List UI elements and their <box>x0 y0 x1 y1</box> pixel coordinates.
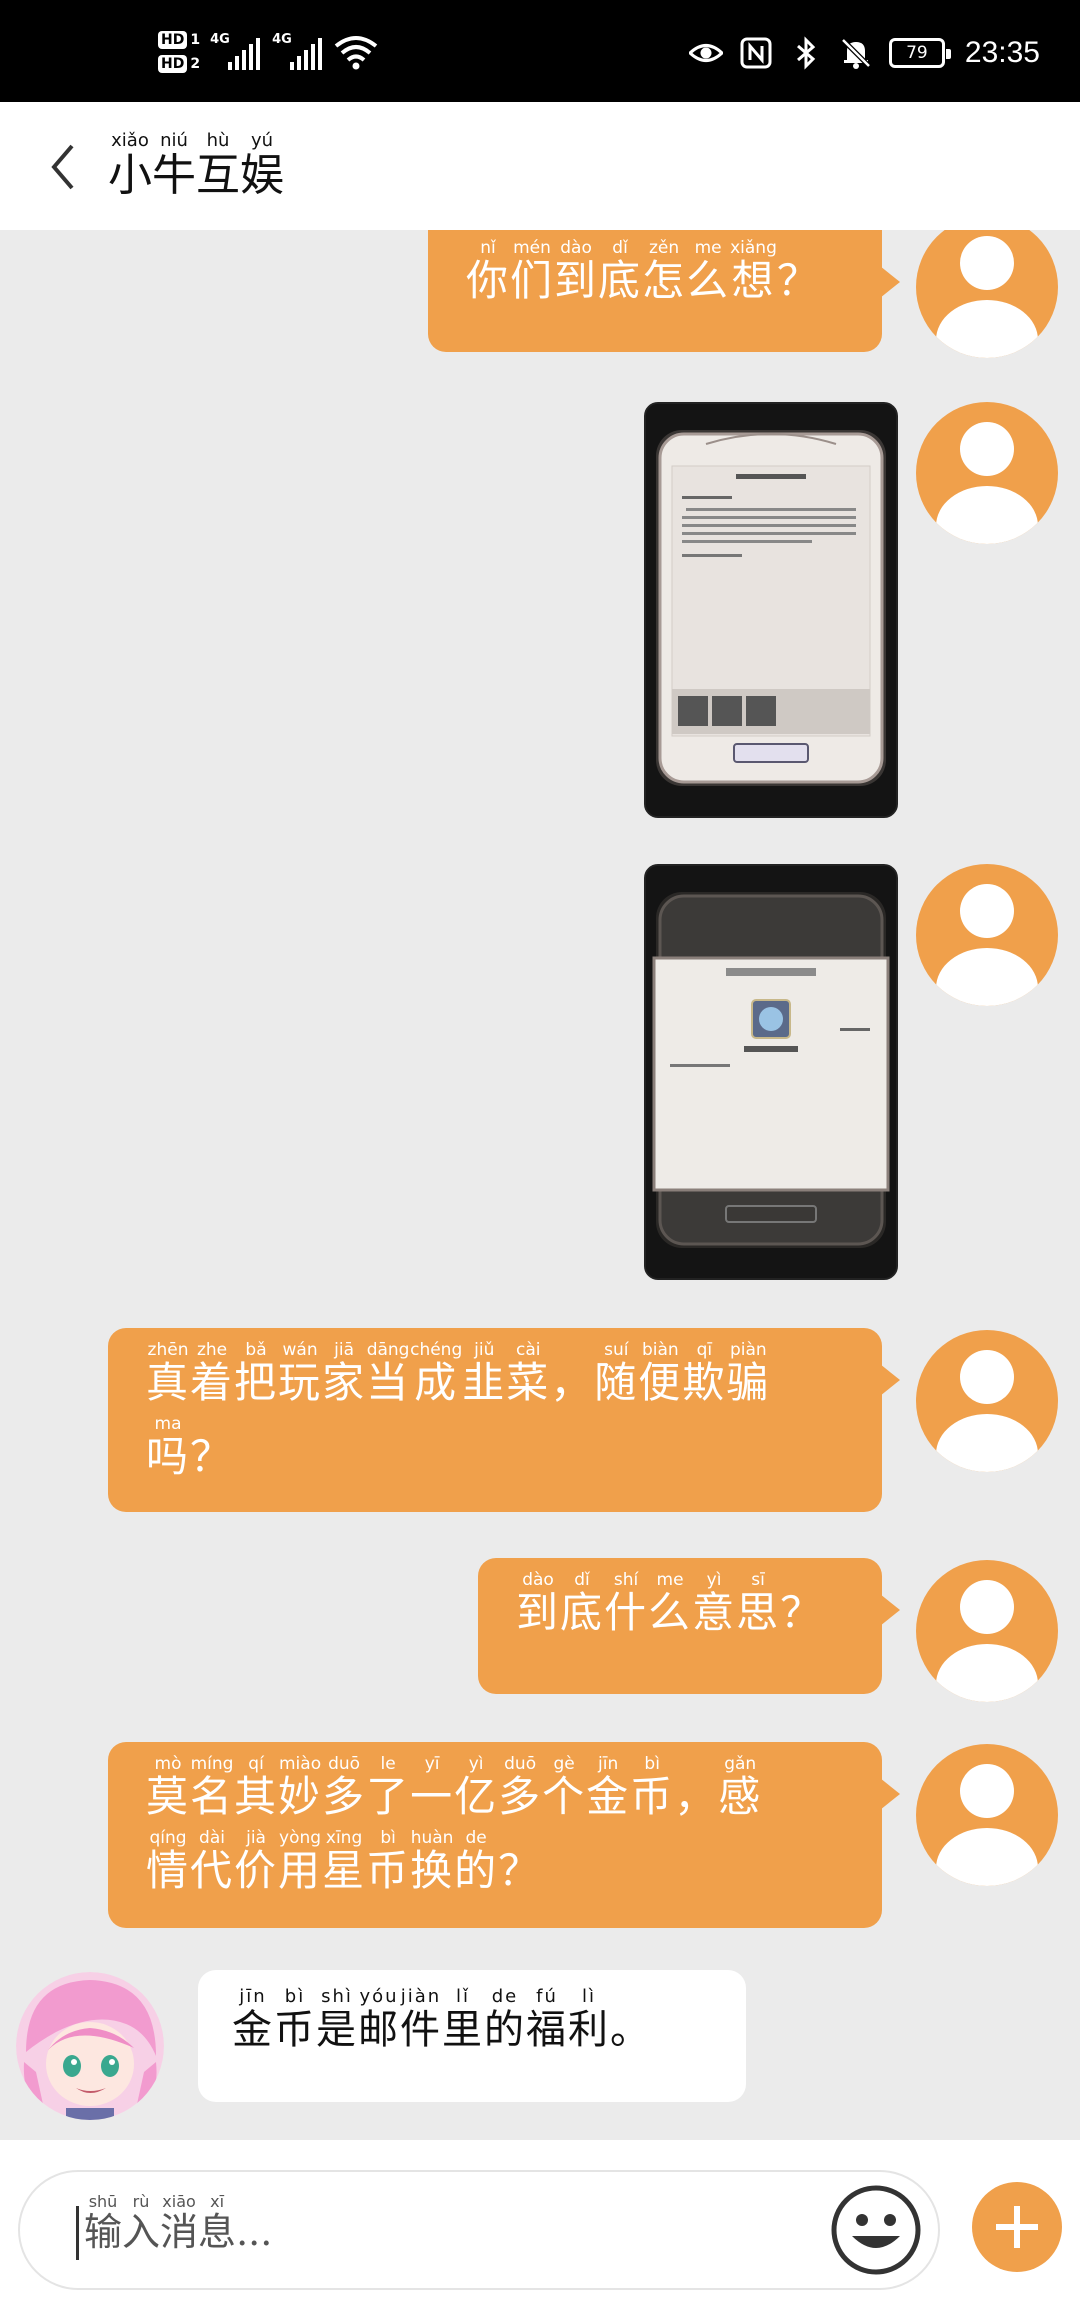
title-text: 小xiǎo牛niú互hù娱yú <box>108 130 284 202</box>
message-line: 真zhēn着zhe把bǎ玩wán家jiā当dāng成chéng韭jiǔ菜cài，… <box>146 1340 771 1408</box>
input-bar: 输shū入rù消xiāo息xī... <box>0 2140 1080 2310</box>
message-bubble[interactable]: 到dào底dǐ什shí么me意yì思sī？ <box>478 1558 900 1694</box>
nfc-icon <box>740 37 772 69</box>
back-button[interactable] <box>40 132 84 202</box>
sim1-badge: HD 1 <box>158 31 200 49</box>
message-line: 莫mò名míng其qí妙miào多duō了le一yī亿yì多duō个gè金jīn… <box>146 1754 763 1822</box>
message-bubble[interactable]: 莫mò名míng其qí妙miào多duō了le一yī亿yì多duō个gè金jīn… <box>108 1742 900 1928</box>
message-text: 你nǐ们mén到dào底dǐ怎zěn么me想xiǎng？ <box>466 240 844 314</box>
eye-icon <box>688 44 723 62</box>
my-avatar[interactable] <box>916 1330 1058 1472</box>
message-input[interactable]: 输shū入rù消xiāo息xī... <box>18 2170 940 2290</box>
sim2-badge: HD 2 <box>158 55 200 73</box>
contact-avatar[interactable] <box>16 1972 164 2120</box>
message-text: 到dào底dǐ什shí么me意yì思sī？ <box>516 1572 844 1646</box>
signal-sim1-icon: 4G <box>210 30 262 74</box>
message-line: 金jīn币bì是shì邮yóu件jiàn里lǐ的de福fú利lì。 <box>232 1986 652 2054</box>
chat-title: 小xiǎo牛niú互hù娱yú <box>108 132 284 203</box>
message-text: 金jīn币bì是shì邮yóu件jiàn里lǐ的de福fú利lì。 <box>232 1988 712 2062</box>
game-mail-screenshot <box>646 404 896 816</box>
clock: 23:35 <box>964 36 1040 69</box>
image-message-mail[interactable] <box>644 402 898 818</box>
input-placeholder: 输shū入rù消xiāo息xī... <box>84 2192 273 2255</box>
message-text: 真zhēn着zhe把bǎ玩wán家jiā当dāng成chéng韭jiǔ菜cài，… <box>146 1342 844 1490</box>
status-bar: HD 1 HD 2 4G 4G 79 23:35 <box>0 0 1080 102</box>
signal-sim2-icon: 4G <box>272 30 324 74</box>
my-avatar[interactable] <box>916 864 1058 1006</box>
smiley-face-icon[interactable] <box>830 2184 922 2276</box>
image-message-reward[interactable] <box>644 864 898 1280</box>
mute-bell-icon <box>841 38 871 69</box>
message-line: 你nǐ们mén到dào底dǐ怎zěn么me想xiǎng？ <box>466 238 821 306</box>
my-avatar[interactable] <box>916 230 1058 358</box>
message-line: 吗ma？ <box>146 1414 235 1482</box>
message-bubble-received[interactable]: 金jīn币bì是shì邮yóu件jiàn里lǐ的de福fú利lì。 <box>198 1970 746 2102</box>
message-list[interactable]: 你nǐ们mén到dào底dǐ怎zěn么me想xiǎng？ 真zhēn着zhe把b… <box>0 230 1080 2140</box>
game-reward-screenshot <box>646 866 896 1278</box>
plus-icon <box>996 2206 1038 2248</box>
message-line: 到dào底dǐ什shí么me意yì思sī？ <box>516 1570 825 1638</box>
plus-button[interactable] <box>972 2182 1062 2272</box>
message-text: 莫mò名míng其qí妙miào多duō了le一yī亿yì多duō个gè金jīn… <box>146 1756 844 1904</box>
wifi-icon <box>334 36 378 70</box>
chat-header: 小xiǎo牛niú互hù娱yú <box>0 102 1080 230</box>
my-avatar[interactable] <box>916 1744 1058 1886</box>
chevron-left-icon <box>51 144 74 190</box>
my-avatar[interactable] <box>916 1560 1058 1702</box>
my-avatar[interactable] <box>916 402 1058 544</box>
anime-girl-avatar-image <box>16 1972 164 2120</box>
battery-icon: 79 <box>888 38 951 68</box>
message-line: 情qíng代dài价jià用yòng星xīng币bì换huàn的de？ <box>146 1828 543 1896</box>
text-cursor <box>76 2206 79 2260</box>
bluetooth-icon <box>796 36 816 70</box>
message-bubble[interactable]: 真zhēn着zhe把bǎ玩wán家jiā当dāng成chéng韭jiǔ菜cài，… <box>108 1328 900 1512</box>
message-bubble[interactable]: 你nǐ们mén到dào底dǐ怎zěn么me想xiǎng？ <box>428 230 900 352</box>
